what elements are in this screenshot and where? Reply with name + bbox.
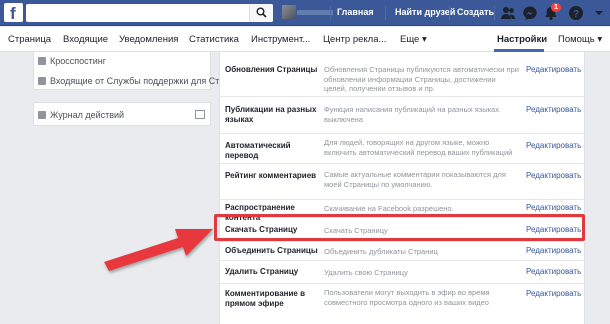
pointer-arrow: [104, 229, 213, 271]
